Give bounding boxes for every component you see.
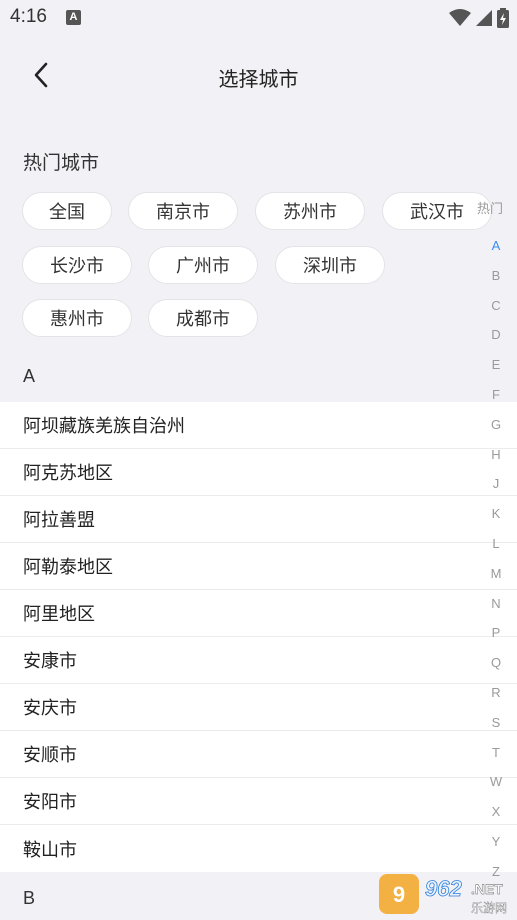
index-letter-n[interactable]: N bbox=[481, 596, 511, 611]
site-watermark-logo: 9 962 .NET 乐游网 bbox=[379, 874, 507, 915]
index-letter-s[interactable]: S bbox=[481, 715, 511, 730]
notification-icon: A bbox=[66, 10, 81, 25]
group-letter-b: B bbox=[23, 888, 36, 908]
svg-text:962: 962 bbox=[425, 876, 462, 901]
index-letter-y[interactable]: Y bbox=[481, 834, 511, 849]
city-row[interactable]: 阿坝藏族羌族自治州 bbox=[0, 402, 517, 449]
index-letter-f[interactable]: F bbox=[481, 387, 511, 402]
city-row[interactable]: 阿拉善盟 bbox=[0, 496, 517, 543]
index-letter-q[interactable]: Q bbox=[481, 655, 511, 670]
city-row[interactable]: 安顺市 bbox=[0, 731, 517, 778]
hot-city-chip[interactable]: 成都市 bbox=[148, 299, 258, 337]
index-letter-c[interactable]: C bbox=[481, 298, 511, 313]
hot-city-chip[interactable]: 长沙市 bbox=[22, 246, 132, 284]
header: 选择城市 bbox=[0, 50, 517, 102]
city-row[interactable]: 阿里地区 bbox=[0, 590, 517, 637]
hot-city-chip[interactable]: 苏州市 bbox=[255, 192, 365, 230]
battery-icon bbox=[497, 8, 509, 28]
city-row[interactable]: 阿克苏地区 bbox=[0, 449, 517, 496]
index-letter-a[interactable]: A bbox=[481, 238, 511, 253]
page-title: 选择城市 bbox=[218, 67, 299, 91]
index-letter-m[interactable]: M bbox=[481, 566, 511, 581]
index-letter-k[interactable]: K bbox=[481, 506, 511, 521]
index-letter-l[interactable]: L bbox=[481, 536, 511, 551]
index-letter-e[interactable]: E bbox=[481, 357, 511, 372]
index-letter-h[interactable]: H bbox=[481, 447, 511, 462]
index-hot[interactable]: 热门 bbox=[469, 198, 511, 217]
index-letter-j[interactable]: J bbox=[481, 476, 511, 491]
hot-city-chip[interactable]: 惠州市 bbox=[22, 299, 132, 337]
index-letter-p[interactable]: P bbox=[481, 625, 511, 640]
hot-city-chip[interactable]: 南京市 bbox=[128, 192, 238, 230]
signal-icon bbox=[476, 10, 492, 26]
index-letter-w[interactable]: W bbox=[481, 774, 511, 789]
index-letter-x[interactable]: X bbox=[481, 804, 511, 819]
city-list: 阿坝藏族羌族自治州 阿克苏地区 阿拉善盟 阿勒泰地区 阿里地区 安康市 安庆市 … bbox=[0, 402, 517, 872]
city-row[interactable]: 鞍山市 bbox=[0, 825, 517, 872]
svg-text:9: 9 bbox=[393, 882, 405, 907]
index-letter-r[interactable]: R bbox=[481, 685, 511, 700]
status-time: 4:16 bbox=[10, 6, 47, 27]
city-row[interactable]: 阿勒泰地区 bbox=[0, 543, 517, 590]
hot-city-chip[interactable]: 全国 bbox=[22, 192, 112, 230]
index-letter-d[interactable]: D bbox=[481, 327, 511, 342]
group-letter-a: A bbox=[23, 366, 36, 386]
wifi-icon bbox=[449, 9, 471, 26]
index-letter-b[interactable]: B bbox=[481, 268, 511, 283]
hot-city-chip[interactable]: 深圳市 bbox=[275, 246, 385, 284]
hot-cities-label: 热门城市 bbox=[23, 152, 100, 174]
index-letter-g[interactable]: G bbox=[481, 417, 511, 432]
status-bar: 4:16 A bbox=[0, 0, 517, 36]
city-row[interactable]: 安阳市 bbox=[0, 778, 517, 825]
city-row[interactable]: 安康市 bbox=[0, 637, 517, 684]
city-row[interactable]: 安庆市 bbox=[0, 684, 517, 731]
hot-city-chip[interactable]: 广州市 bbox=[148, 246, 258, 284]
svg-text:乐游网: 乐游网 bbox=[471, 901, 507, 915]
status-icons bbox=[449, 8, 509, 28]
svg-text:.NET: .NET bbox=[471, 881, 503, 897]
index-letter-t[interactable]: T bbox=[481, 745, 511, 760]
